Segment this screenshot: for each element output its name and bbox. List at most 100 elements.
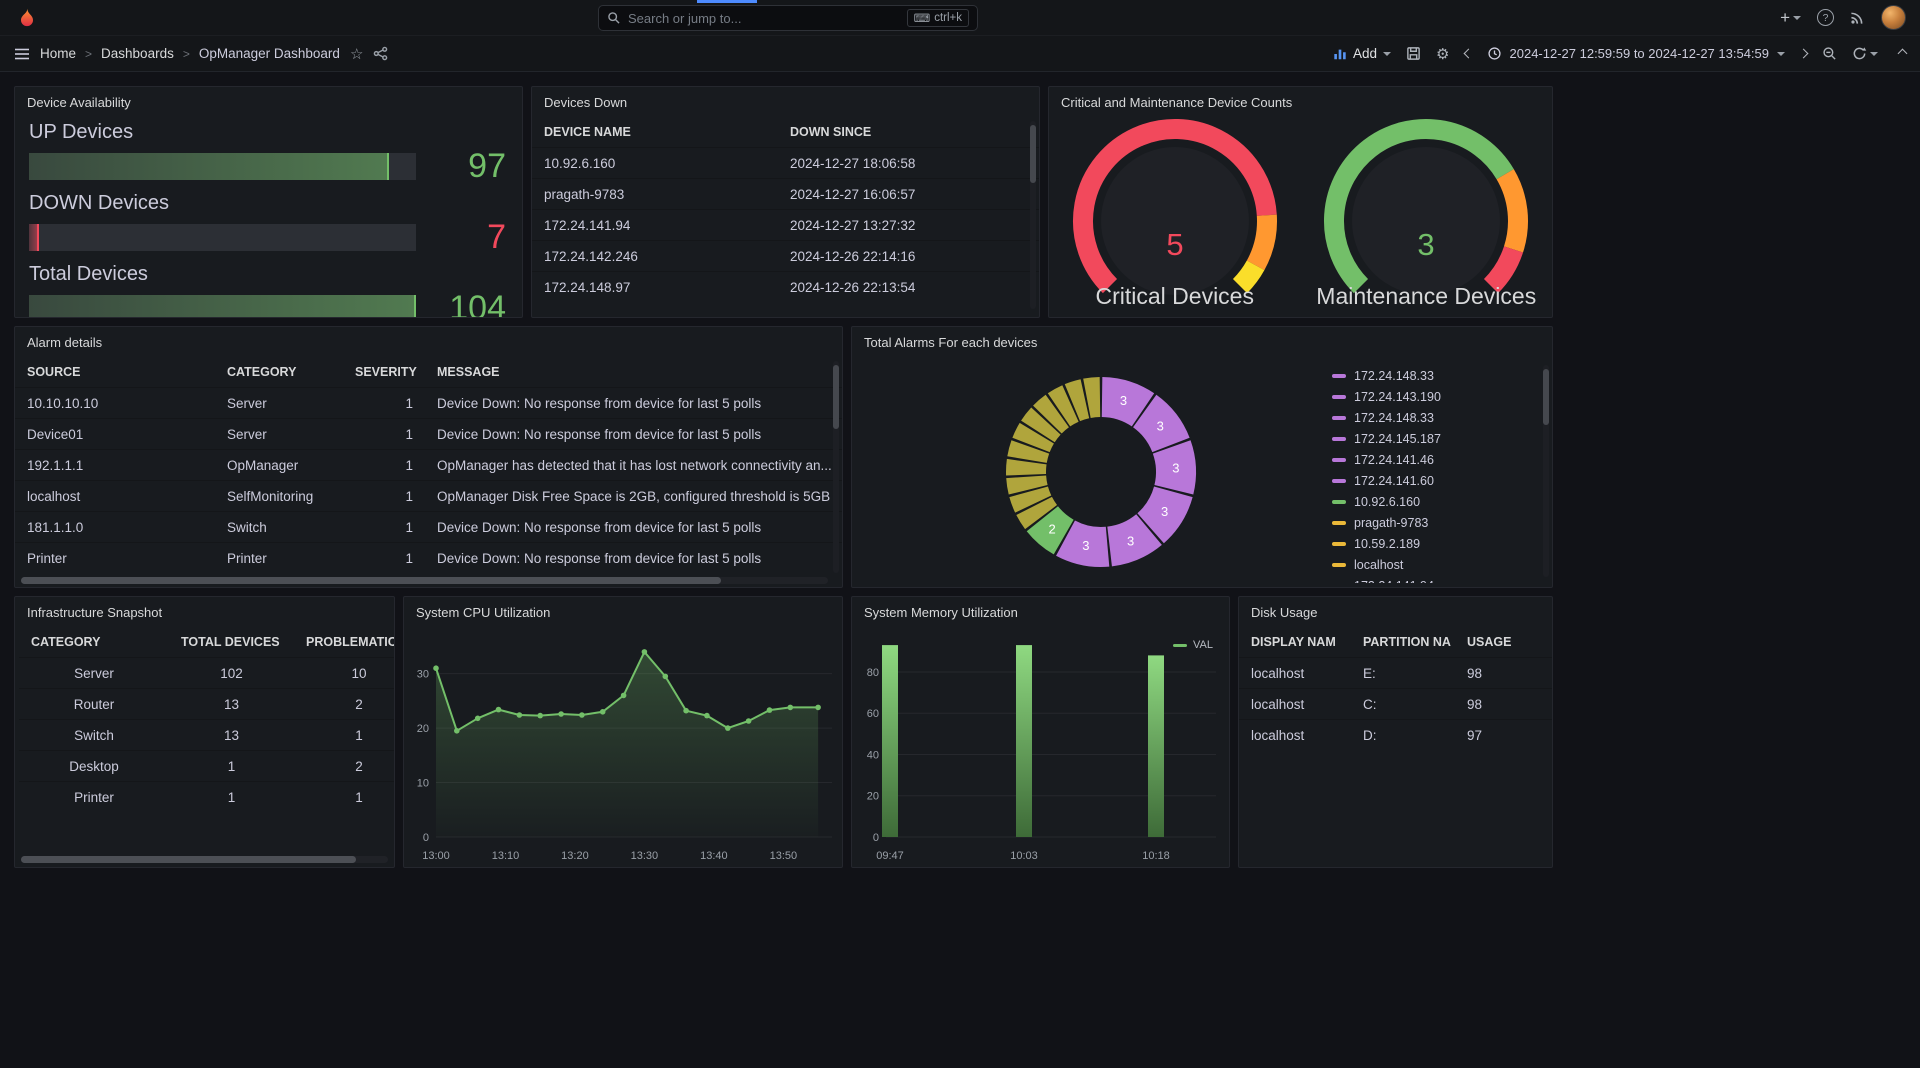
svg-text:0: 0 <box>873 832 879 844</box>
column-header[interactable]: CATEGORY <box>19 627 169 658</box>
legend-item[interactable]: 10.92.6.160 <box>1332 491 1530 512</box>
help-icon: ? <box>1817 9 1834 26</box>
table-row: localhostSelfMonitoring1OpManager Disk F… <box>15 481 842 512</box>
search-shortcut: ⌨ ctrl+k <box>907 9 969 27</box>
legend-item[interactable]: 172.24.148.33 <box>1332 365 1530 386</box>
legend-item[interactable]: 172.24.145.187 <box>1332 428 1530 449</box>
table-row: localhostE:98 <box>1239 658 1552 689</box>
table-cell: Printer <box>15 543 215 574</box>
menu-toggle-button[interactable] <box>14 47 30 61</box>
column-header[interactable]: CATEGORY <box>215 357 343 388</box>
chevron-down-icon <box>1870 52 1878 56</box>
column-header[interactable]: TOTAL DEVICES <box>169 627 294 658</box>
grafana-logo[interactable] <box>14 5 40 31</box>
column-header[interactable]: PROBLEMATIC <box>294 627 394 658</box>
svg-text:10:18: 10:18 <box>1142 850 1170 862</box>
svg-text:13:50: 13:50 <box>770 850 798 862</box>
svg-text:13:00: 13:00 <box>422 850 450 862</box>
search-input[interactable] <box>628 11 900 26</box>
breadcrumb-home[interactable]: Home <box>40 46 76 61</box>
panel-title[interactable]: Critical and Maintenance Device Counts <box>1049 87 1552 117</box>
panel-title[interactable]: Total Alarms For each devices <box>852 327 1552 357</box>
scrollbar-thumb[interactable] <box>1543 369 1549 425</box>
legend-item[interactable]: 172.24.141.46 <box>1332 449 1530 470</box>
column-header[interactable]: MESSAGE <box>425 357 842 388</box>
dashboard-settings-button[interactable]: ⚙ <box>1436 45 1449 63</box>
table-cell: 2 <box>294 751 394 782</box>
legend-item[interactable]: pragath-9783 <box>1332 512 1530 533</box>
legend-item[interactable]: 10.59.2.189 <box>1332 533 1530 554</box>
table-cell: pragath-9783 <box>532 179 778 210</box>
table-cell: 1 <box>343 419 425 450</box>
panel-memory-utilization: System Memory Utilization VAL 0204060800… <box>851 596 1230 868</box>
panel-title[interactable]: Devices Down <box>532 87 1039 117</box>
time-shift-forward-button[interactable] <box>1800 50 1807 57</box>
collapse-toolbar-button[interactable] <box>1899 50 1906 57</box>
refresh-button[interactable] <box>1852 46 1878 61</box>
panel-title[interactable]: Disk Usage <box>1239 597 1552 627</box>
legend-item[interactable]: localhost <box>1332 554 1530 575</box>
table-row: PrinterPrinter1Device Down: No response … <box>15 543 842 574</box>
table-row: Server10210 <box>19 658 394 689</box>
help-button[interactable]: ? <box>1817 9 1834 26</box>
svg-text:5: 5 <box>1166 227 1183 262</box>
devices-down-table: DEVICE NAMEDOWN SINCE10.92.6.1602024-12-… <box>532 117 1039 302</box>
column-header[interactable]: PARTITION NA <box>1351 627 1455 658</box>
time-range-picker[interactable]: 2024-12-27 12:59:59 to 2024-12-27 13:54:… <box>1487 46 1786 61</box>
time-shift-back-button[interactable] <box>1465 50 1472 57</box>
cpu-line-chart: 010203013:0013:1013:2013:3013:4013:50 <box>408 629 840 865</box>
search-bar[interactable]: ⌨ ctrl+k <box>598 5 978 31</box>
column-header[interactable]: DISPLAY NAM <box>1239 627 1351 658</box>
column-header[interactable]: SOURCE <box>15 357 215 388</box>
panel-devices-down: Devices Down DEVICE NAMEDOWN SINCE10.92.… <box>531 86 1040 318</box>
table-cell: 1 <box>169 782 294 813</box>
legend-item[interactable]: 172.24.141.60 <box>1332 470 1530 491</box>
svg-text:30: 30 <box>417 669 429 681</box>
column-header[interactable]: USAGE <box>1455 627 1552 658</box>
column-header[interactable]: SEVERITY <box>343 357 425 388</box>
table-cell: Router <box>19 689 169 720</box>
favorite-button[interactable]: ☆ <box>350 45 363 63</box>
panel-title[interactable]: Alarm details <box>15 327 842 357</box>
panel-title[interactable]: Infrastructure Snapshot <box>15 597 394 627</box>
column-header[interactable]: DOWN SINCE <box>778 117 1039 148</box>
svg-text:40: 40 <box>867 749 879 761</box>
scrollbar-thumb[interactable] <box>21 577 721 584</box>
table-row: 10.10.10.10Server1Device Down: No respon… <box>15 388 842 419</box>
share-button[interactable] <box>373 46 388 61</box>
table-cell: 1 <box>294 720 394 751</box>
scrollbar-thumb[interactable] <box>21 856 356 863</box>
flame-icon <box>15 6 39 30</box>
table-row: localhostC:98 <box>1239 689 1552 720</box>
legend-item[interactable]: 172.24.141.94 <box>1332 575 1530 583</box>
time-range-text: 2024-12-27 12:59:59 to 2024-12-27 13:54:… <box>1510 46 1770 61</box>
table-cell: 181.1.1.0 <box>15 512 215 543</box>
table-cell: localhost <box>15 481 215 512</box>
top-navigation-bar: ⌨ ctrl+k + ? <box>0 0 1920 36</box>
legend-label: 172.24.148.33 <box>1354 369 1434 383</box>
column-header[interactable]: DEVICE NAME <box>532 117 778 148</box>
table-row: Printer11 <box>19 782 394 813</box>
breadcrumb-dashboards[interactable]: Dashboards <box>101 46 174 61</box>
scrollbar-thumb[interactable] <box>1030 125 1036 183</box>
table-row: Switch131 <box>19 720 394 751</box>
user-avatar[interactable] <box>1881 5 1906 30</box>
save-dashboard-button[interactable] <box>1406 46 1421 61</box>
zoom-out-time-button[interactable] <box>1822 46 1837 61</box>
news-button[interactable] <box>1850 10 1865 25</box>
add-panel-button[interactable]: Add <box>1333 46 1391 61</box>
table-cell: 2024-12-27 13:27:32 <box>778 210 1039 241</box>
bar-gauge-label: UP Devices <box>29 121 506 144</box>
legend-item[interactable]: 172.24.143.190 <box>1332 386 1530 407</box>
legend-label: 172.24.143.190 <box>1354 390 1441 404</box>
panel-title[interactable]: Device Availability <box>15 87 522 117</box>
scrollbar-thumb[interactable] <box>833 365 839 429</box>
table-cell: Switch <box>19 720 169 751</box>
panel-title[interactable]: System Memory Utilization <box>852 597 1229 627</box>
new-button[interactable]: + <box>1780 9 1801 26</box>
memory-bar-chart: 02040608009:4710:0310:18 <box>856 629 1227 865</box>
bar-gauge-track <box>29 295 416 319</box>
search-icon <box>607 11 621 25</box>
legend-item[interactable]: 172.24.148.33 <box>1332 407 1530 428</box>
panel-title[interactable]: System CPU Utilization <box>404 597 842 627</box>
